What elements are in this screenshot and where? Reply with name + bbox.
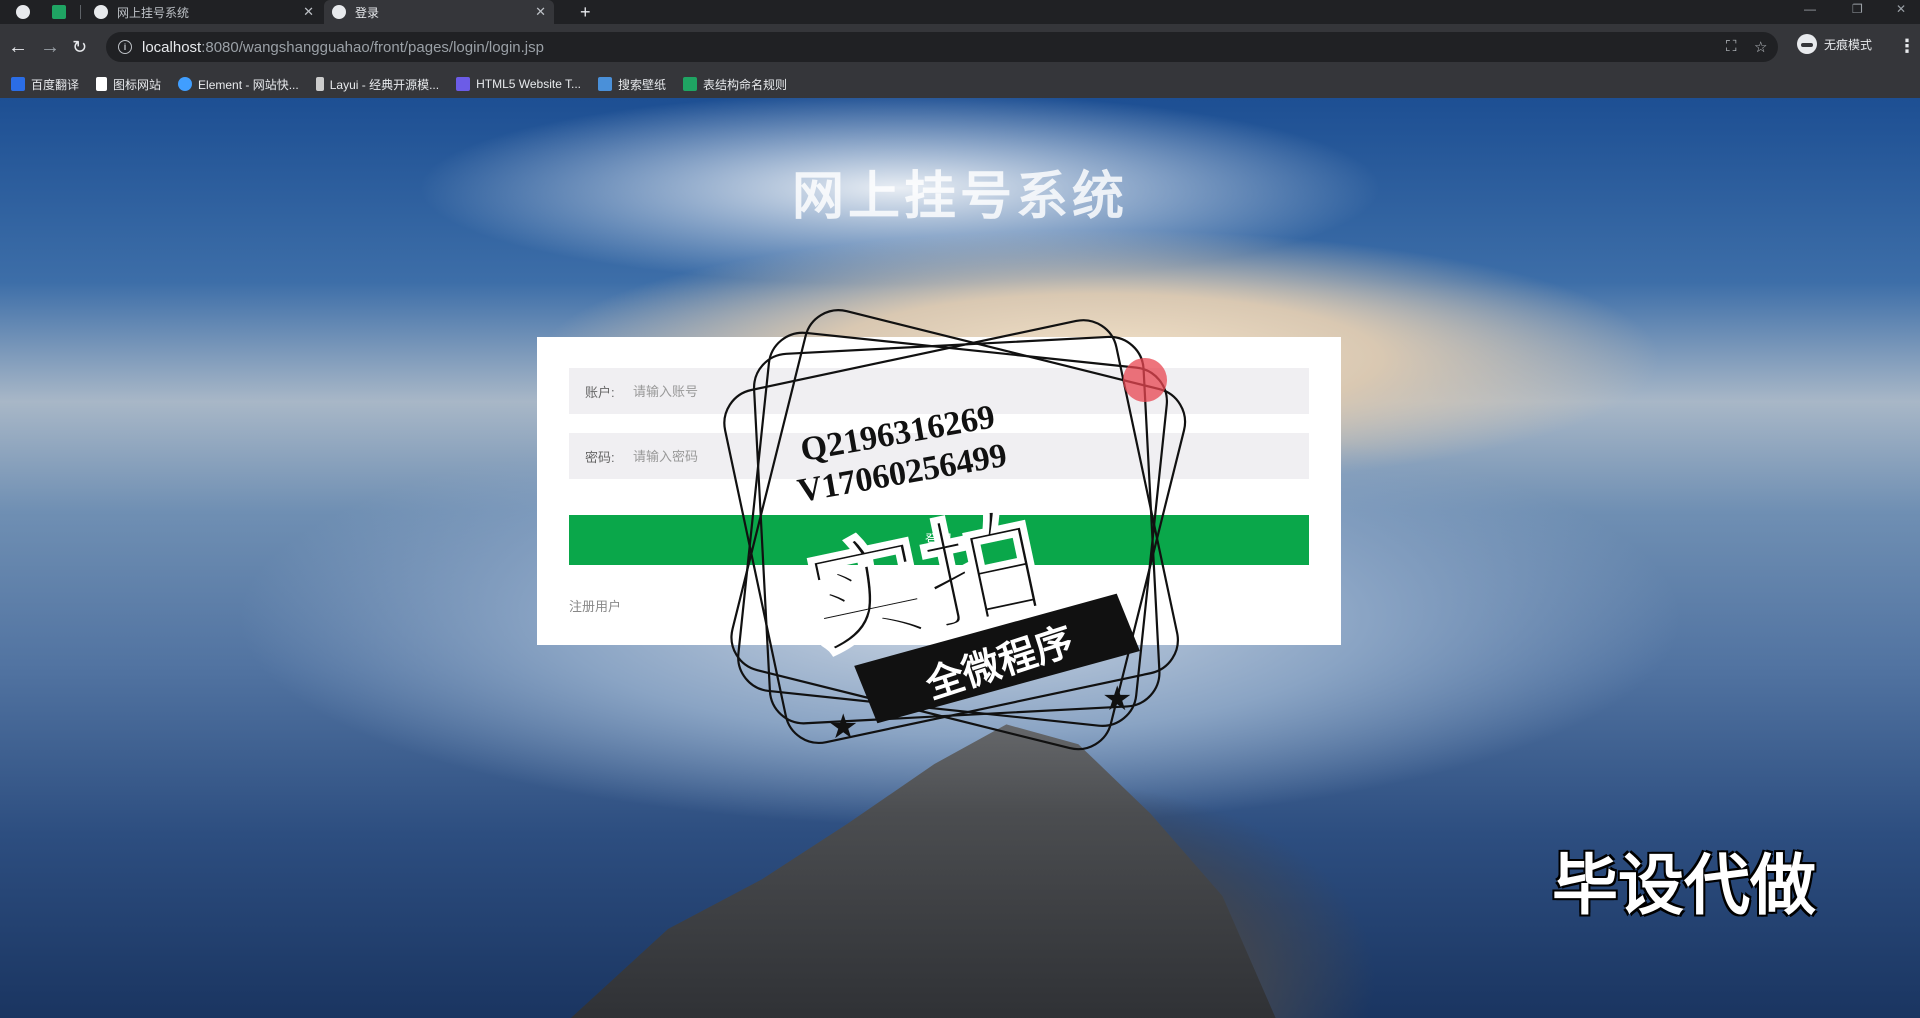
tab-wangshang[interactable]: 网上挂号系统 ✕ [86,0,322,24]
corner-watermark: 毕设代做 [1552,847,1816,924]
browser-menu-tab[interactable] [8,0,36,24]
incognito-profile[interactable]: 无痕模式 [1797,34,1872,54]
bookmark-item[interactable]: Element - 网站快... [178,76,299,93]
html5-icon [456,77,471,91]
restore-icon[interactable]: ❐ [1852,2,1863,16]
back-icon[interactable]: ← [8,37,28,57]
globe-icon [94,5,108,19]
star-icon[interactable]: ☆ [1754,38,1767,56]
translate-icon[interactable]: ⛶ [1726,38,1737,55]
cursor-highlight [1123,358,1167,402]
sheet-icon [52,5,66,19]
wallpaper-icon [598,77,613,91]
bookmark-item[interactable]: 搜索壁纸 [598,76,666,93]
plus-icon: + [580,1,591,22]
info-icon[interactable]: i [118,40,132,54]
close-icon[interactable]: ✕ [535,4,546,20]
globe-icon [332,5,346,19]
more-menu-icon[interactable]: ⋮ [1898,36,1916,57]
pinned-tab-sheet[interactable] [44,0,72,24]
incognito-icon [1797,34,1817,54]
reload-icon[interactable]: ↻ [72,37,87,57]
bookmark-item[interactable]: 图标网站 [96,76,161,93]
address-bar[interactable]: i localhost:8080/wangshangguahao/front/p… [106,32,1778,62]
forward-icon[interactable]: → [40,37,60,57]
password-label: 密码: [585,449,615,465]
layui-icon [315,77,324,91]
account-label: 账户: [585,384,615,400]
bookmarks-bar: 百度翻译 图标网站 Element - 网站快... Layui - 经典开源模… [0,70,1920,99]
flag-icon [96,77,108,91]
browser-toolbar: ← → ↻ i localhost:8080/wangshangguahao/f… [0,24,1920,70]
profile-label: 无痕模式 [1824,37,1873,52]
tab-login[interactable]: 登录 ✕ [324,0,554,24]
page-title: 网上挂号系统 [791,167,1128,227]
minimize-icon[interactable]: — [1804,2,1816,16]
tab-strip: 网上挂号系统 ✕ 登录 ✕ + — ❐ ✕ [0,0,1920,24]
tab-title: 网上挂号系统 [117,5,190,20]
bookmark-item[interactable]: 百度翻译 [11,76,79,93]
url-text[interactable]: localhost:8080/wangshangguahao/front/pag… [142,39,544,56]
tab-title: 登录 [355,5,380,20]
element-icon [178,77,193,91]
register-link[interactable]: 注册用户 [569,596,621,615]
star-icon: ★ [1102,680,1132,718]
star-icon: ★ [828,708,858,746]
tab-separator [80,5,81,19]
new-tab-button[interactable]: + [572,0,602,24]
close-window-icon[interactable]: ✕ [1896,2,1906,16]
globe-icon [16,5,30,19]
close-icon[interactable]: ✕ [303,4,314,20]
bookmark-item[interactable]: 表结构命名规则 [683,76,787,93]
translate-icon [11,77,25,91]
bookmark-item[interactable]: Layui - 经典开源模... [315,76,439,93]
bookmark-item[interactable]: HTML5 Website T... [456,77,581,91]
page-viewport: 网上挂号系统 账户: 密码: 登录 注册用户 Q2196316269 V1706… [0,98,1920,1018]
sheet-icon [683,77,698,91]
